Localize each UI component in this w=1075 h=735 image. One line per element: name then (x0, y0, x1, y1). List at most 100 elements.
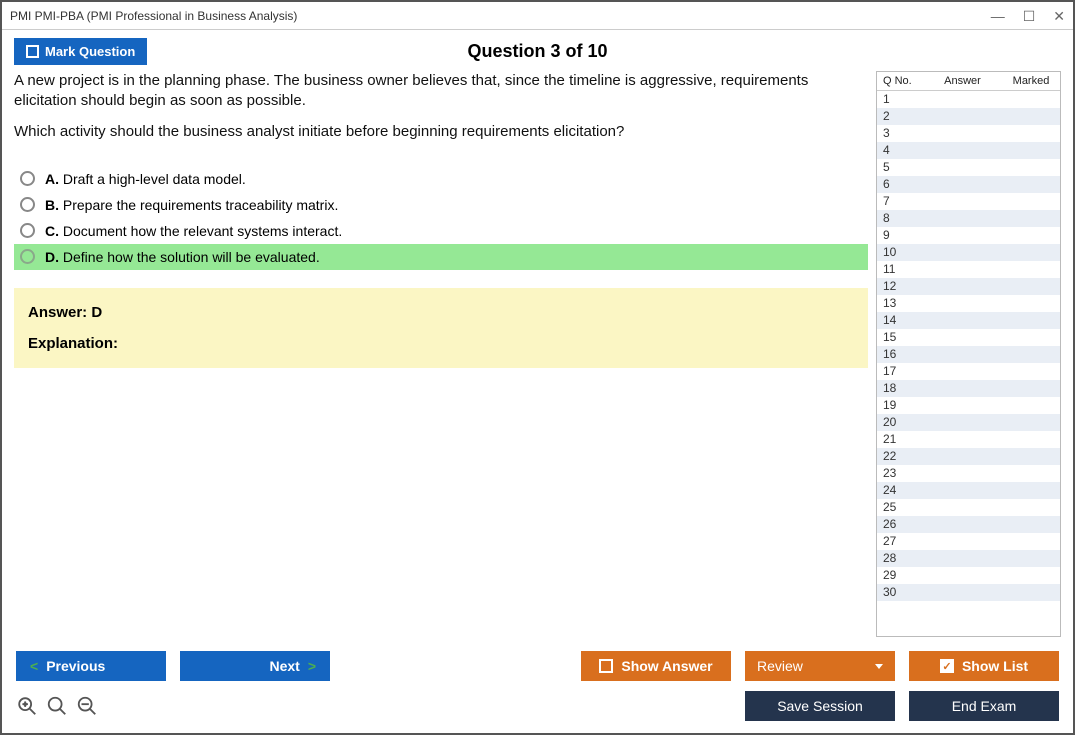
chevron-right-icon: > (308, 658, 316, 674)
question-row[interactable]: 29 (877, 567, 1060, 584)
show-answer-button[interactable]: Show Answer (581, 651, 731, 681)
question-row[interactable]: 16 (877, 346, 1060, 363)
question-number: 8 (883, 210, 919, 227)
question-row[interactable]: 23 (877, 465, 1060, 482)
option-text: C. Document how the relevant systems int… (45, 223, 342, 239)
footer: < Previous Next > Show Answer Review ✓ S… (2, 641, 1073, 733)
question-row[interactable]: 9 (877, 227, 1060, 244)
show-answer-label: Show Answer (621, 658, 712, 674)
question-row[interactable]: 7 (877, 193, 1060, 210)
question-row[interactable]: 4 (877, 142, 1060, 159)
checkbox-checked-icon: ✓ (940, 659, 954, 673)
question-row[interactable]: 19 (877, 397, 1060, 414)
question-number: 21 (883, 431, 919, 448)
option-d[interactable]: D. Define how the solution will be evalu… (14, 244, 868, 270)
question-list-body[interactable]: 1234567891011121314151617181920212223242… (877, 91, 1060, 636)
question-row[interactable]: 12 (877, 278, 1060, 295)
minimize-icon[interactable]: — (991, 9, 1005, 23)
explanation-label: Explanation: (28, 335, 854, 352)
question-number: 22 (883, 448, 919, 465)
maximize-icon[interactable]: ☐ (1023, 9, 1036, 23)
previous-label: Previous (46, 658, 105, 674)
option-c[interactable]: C. Document how the relevant systems int… (14, 218, 868, 244)
question-number: 30 (883, 584, 919, 601)
option-text: B. Prepare the requirements traceability… (45, 197, 338, 213)
radio-icon (20, 223, 35, 238)
question-stem: A new project is in the planning phase. … (14, 71, 868, 152)
question-number: 23 (883, 465, 919, 482)
question-number: 27 (883, 533, 919, 550)
save-session-label: Save Session (777, 698, 863, 714)
previous-button[interactable]: < Previous (16, 651, 166, 681)
question-number: 19 (883, 397, 919, 414)
end-exam-label: End Exam (952, 698, 1017, 714)
question-number: 3 (883, 125, 919, 142)
question-number: 12 (883, 278, 919, 295)
question-row[interactable]: 6 (877, 176, 1060, 193)
col-marked: Marked (1006, 75, 1056, 87)
option-b[interactable]: B. Prepare the requirements traceability… (14, 192, 868, 218)
checkbox-icon (599, 659, 613, 673)
question-row[interactable]: 25 (877, 499, 1060, 516)
question-row[interactable]: 15 (877, 329, 1060, 346)
question-row[interactable]: 18 (877, 380, 1060, 397)
question-number: 9 (883, 227, 919, 244)
question-row[interactable]: 5 (877, 159, 1060, 176)
question-row[interactable]: 1 (877, 91, 1060, 108)
question-row[interactable]: 2 (877, 108, 1060, 125)
question-number: 24 (883, 482, 919, 499)
question-number: 26 (883, 516, 919, 533)
radio-icon (20, 171, 35, 186)
end-exam-button[interactable]: End Exam (909, 691, 1059, 721)
zoom-in-icon[interactable] (46, 695, 68, 717)
checkbox-icon (26, 45, 39, 58)
option-text: A. Draft a high-level data model. (45, 171, 246, 187)
review-label: Review (757, 658, 803, 674)
question-row[interactable]: 28 (877, 550, 1060, 567)
question-number: 16 (883, 346, 919, 363)
radio-icon (20, 249, 35, 264)
question-row[interactable]: 8 (877, 210, 1060, 227)
question-row[interactable]: 30 (877, 584, 1060, 601)
save-session-button[interactable]: Save Session (745, 691, 895, 721)
question-number: 4 (883, 142, 919, 159)
question-row[interactable]: 27 (877, 533, 1060, 550)
titlebar: PMI PMI-PBA (PMI Professional in Busines… (2, 2, 1073, 30)
question-row[interactable]: 24 (877, 482, 1060, 499)
next-label: Next (269, 658, 299, 674)
answer-line: Answer: D (28, 304, 854, 321)
zoom-controls (16, 695, 98, 717)
option-a[interactable]: A. Draft a high-level data model. (14, 166, 868, 192)
question-number: 5 (883, 159, 919, 176)
mark-question-label: Mark Question (45, 44, 135, 59)
review-button[interactable]: Review (745, 651, 895, 681)
question-number: 7 (883, 193, 919, 210)
question-row[interactable]: 11 (877, 261, 1060, 278)
col-qno: Q No. (883, 75, 919, 87)
show-list-button[interactable]: ✓ Show List (909, 651, 1059, 681)
question-row[interactable]: 10 (877, 244, 1060, 261)
question-row[interactable]: 17 (877, 363, 1060, 380)
app-window: PMI PMI-PBA (PMI Professional in Busines… (0, 0, 1075, 735)
question-row[interactable]: 26 (877, 516, 1060, 533)
question-row[interactable]: 21 (877, 431, 1060, 448)
next-button[interactable]: Next > (180, 651, 330, 681)
question-row[interactable]: 20 (877, 414, 1060, 431)
question-number: 17 (883, 363, 919, 380)
question-list-panel: Q No. Answer Marked 12345678910111213141… (876, 71, 1061, 637)
zoom-out-icon[interactable] (76, 695, 98, 717)
question-row[interactable]: 13 (877, 295, 1060, 312)
chevron-down-icon (875, 664, 883, 669)
answer-box: Answer: D Explanation: (14, 288, 868, 368)
question-number: 10 (883, 244, 919, 261)
close-icon[interactable]: ✕ (1053, 9, 1065, 23)
mark-question-button[interactable]: Mark Question (14, 38, 147, 65)
question-number: 11 (883, 261, 919, 278)
zoom-reset-icon[interactable] (16, 695, 38, 717)
question-row[interactable]: 3 (877, 125, 1060, 142)
question-list-header: Q No. Answer Marked (877, 72, 1060, 91)
question-row[interactable]: 22 (877, 448, 1060, 465)
window-title: PMI PMI-PBA (PMI Professional in Busines… (10, 9, 297, 23)
question-row[interactable]: 14 (877, 312, 1060, 329)
chevron-left-icon: < (30, 658, 38, 674)
